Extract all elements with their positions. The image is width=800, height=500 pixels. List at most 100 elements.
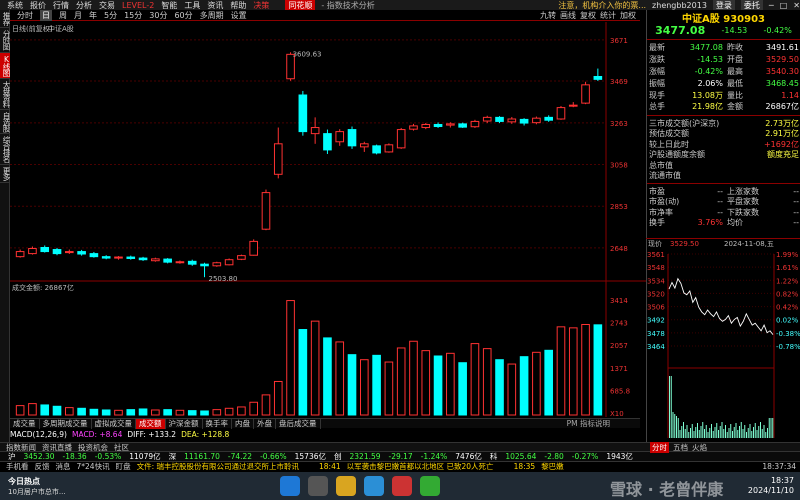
news-widget[interactable]: 今日热点 10月居户市总市... [8, 476, 66, 497]
tab-inner[interactable]: 内盘 [232, 418, 254, 429]
tab-mini-five[interactable]: 五档 [673, 442, 688, 453]
system-clock[interactable]: 18:37 2024/11/10 [748, 476, 794, 496]
left-nav-ranking[interactable]: 综合排名 [0, 134, 11, 165]
ticker-item[interactable]: -29.17 [389, 452, 413, 461]
tab-outer[interactable]: 外盘 [254, 418, 276, 429]
period-settings[interactable]: 设置 [231, 10, 247, 21]
menu-item-system[interactable]: 系统 [7, 0, 23, 10]
watch-link[interactable]: 盯盘 [116, 462, 131, 471]
tab-turnover-rate[interactable]: 换手率 [203, 418, 232, 429]
ticker-item[interactable]: 创 [334, 452, 342, 461]
period-multi[interactable]: 多周期 [200, 10, 224, 21]
ticker-item[interactable]: -18.36 [63, 452, 87, 461]
login-button[interactable]: 登录 [712, 0, 735, 10]
mini-volume-bar [695, 427, 697, 438]
news-headline-1[interactable]: 文件: 瑞丰控股股份有限公司通过退交所上市聆讯 [137, 462, 299, 471]
ticker-item[interactable]: 沪 [8, 452, 16, 461]
tab-multi-volume[interactable]: 多周期成交量 [40, 418, 92, 429]
ticker-item[interactable]: 11079亿 [129, 452, 160, 461]
maximize-icon[interactable]: □ [780, 1, 788, 10]
ticker-item[interactable]: -0.53% [95, 452, 122, 461]
feedback-link[interactable]: 反馈 [35, 462, 50, 471]
left-nav-more[interactable]: 更多 [0, 165, 11, 183]
price-tick-label: 2648 [610, 245, 628, 253]
menu-item-smart[interactable]: 智能 [161, 0, 177, 10]
left-nav-recommend[interactable]: 推荐 [0, 10, 11, 28]
tool-adjust[interactable]: 复权 [580, 10, 596, 21]
trading-app-icon[interactable] [392, 476, 412, 496]
menu-item-tools[interactable]: 工具 [184, 0, 200, 10]
ticker-item[interactable]: 7476亿 [455, 452, 482, 461]
tool-add[interactable]: 加权 [620, 10, 636, 21]
menu-item-quote[interactable]: 报价 [30, 0, 46, 10]
ticker-item[interactable]: -2.80 [544, 452, 563, 461]
ticker-item[interactable]: 15736亿 [295, 452, 326, 461]
menu-item-help[interactable]: 帮助 [230, 0, 246, 10]
volume-bar [360, 359, 369, 416]
menu-item-info[interactable]: 资讯 [207, 0, 223, 10]
ticker-item[interactable]: 科 [490, 452, 498, 461]
ticker-item[interactable]: 1025.64 [505, 452, 536, 461]
tab-sh-sz-amount[interactable]: 沪深金额 [166, 418, 203, 429]
search-icon[interactable] [308, 476, 328, 496]
menu-item-trade[interactable]: 交易 [99, 0, 115, 10]
ticker-item[interactable]: -1.24% [421, 452, 448, 461]
messages-link[interactable]: 消息 [56, 462, 71, 471]
menu-item-decision[interactable]: 决策 [253, 0, 269, 10]
news-alert-link[interactable]: 注意，机构介入你的票... [558, 0, 646, 10]
period-timeline[interactable]: 分时 [17, 10, 33, 21]
ticker-item[interactable]: -0.66% [260, 452, 287, 461]
period-week[interactable]: 周 [59, 10, 67, 21]
tool-stats[interactable]: 统计 [600, 10, 616, 21]
close-icon[interactable]: ✕ [793, 1, 800, 10]
minimize-icon[interactable]: ─ [769, 1, 774, 10]
period-30min[interactable]: 30分 [149, 10, 167, 21]
low-price-label: 2503.80 [209, 275, 238, 283]
left-nav-kline[interactable]: K线图 [0, 52, 11, 79]
tab-volume[interactable]: 成交量 [10, 418, 40, 429]
ticker-item[interactable]: -0.27% [572, 452, 599, 461]
mobile-view-link[interactable]: 手机看 [6, 462, 29, 471]
username[interactable]: zhengbb2013 [652, 1, 707, 10]
period-day[interactable]: 日 [40, 9, 52, 21]
browser-icon[interactable] [364, 476, 384, 496]
tab-virtual-volume[interactable]: 虚拟成交量 [92, 418, 136, 429]
period-month[interactable]: 月 [74, 10, 82, 21]
tool-draw-line[interactable]: 画线 [560, 10, 576, 21]
explain-link[interactable]: 指标说明 [580, 419, 610, 428]
left-nav-timeline[interactable]: 分时图 [0, 28, 11, 53]
indicator-params[interactable]: PM 指标说明 [567, 418, 610, 429]
mini-volume-bar [711, 424, 712, 438]
period-5min[interactable]: 5分 [104, 10, 117, 21]
mini-volume-bar [749, 424, 751, 438]
ticker-item[interactable]: 2321.59 [350, 452, 381, 461]
kline-chart[interactable]: 日线(前复权) 中证A股 3609.63 2503.80 成交金额: 26867… [10, 22, 646, 417]
ticker-item[interactable]: 3452.30 [24, 452, 55, 461]
ticker-item[interactable]: -74.22 [228, 452, 252, 461]
tool-nine-turn[interactable]: 九转 [540, 10, 556, 21]
tab-after-hours[interactable]: 盘后成交量 [276, 418, 321, 429]
menu-item-level2[interactable]: LEVEL-2 [122, 1, 154, 10]
news-headline-3[interactable]: 黎巴嫩 [541, 462, 564, 471]
tab-mini-flame[interactable]: 火焰 [692, 442, 707, 453]
clock-time: 18:37 [770, 476, 794, 485]
ticker-item[interactable]: 1943亿 [606, 452, 633, 461]
period-60min[interactable]: 60分 [174, 10, 192, 21]
flash-news-link[interactable]: 7*24快讯 [77, 462, 110, 471]
tab-mini-timeline[interactable]: 分时 [650, 441, 669, 453]
wechat-icon[interactable] [420, 476, 440, 496]
start-icon[interactable] [280, 476, 300, 496]
tab-turnover[interactable]: 成交额 [136, 418, 166, 429]
menu-item-analysis[interactable]: 分析 [76, 0, 92, 10]
ticker-item[interactable]: 深 [169, 452, 177, 461]
file-explorer-icon[interactable] [336, 476, 356, 496]
left-nav-watchlist[interactable]: 自选股 [0, 110, 11, 134]
intraday-mini-chart[interactable]: 现价 3529.50 2024-11-08,五 3561 1.99% 3548 1.6… [646, 238, 800, 441]
left-nav-market-data[interactable]: 大盘资料 [0, 79, 11, 110]
ticker-item[interactable]: 11161.70 [184, 452, 220, 461]
menu-item-market[interactable]: 行情 [53, 0, 69, 10]
vip-button[interactable]: 委托 [740, 0, 763, 10]
period-15min[interactable]: 15分 [124, 10, 142, 21]
period-year[interactable]: 年 [89, 10, 97, 21]
news-headline-2[interactable]: 以军袭击黎巴嫩首都以北地区 已致20人死亡 [347, 462, 494, 471]
